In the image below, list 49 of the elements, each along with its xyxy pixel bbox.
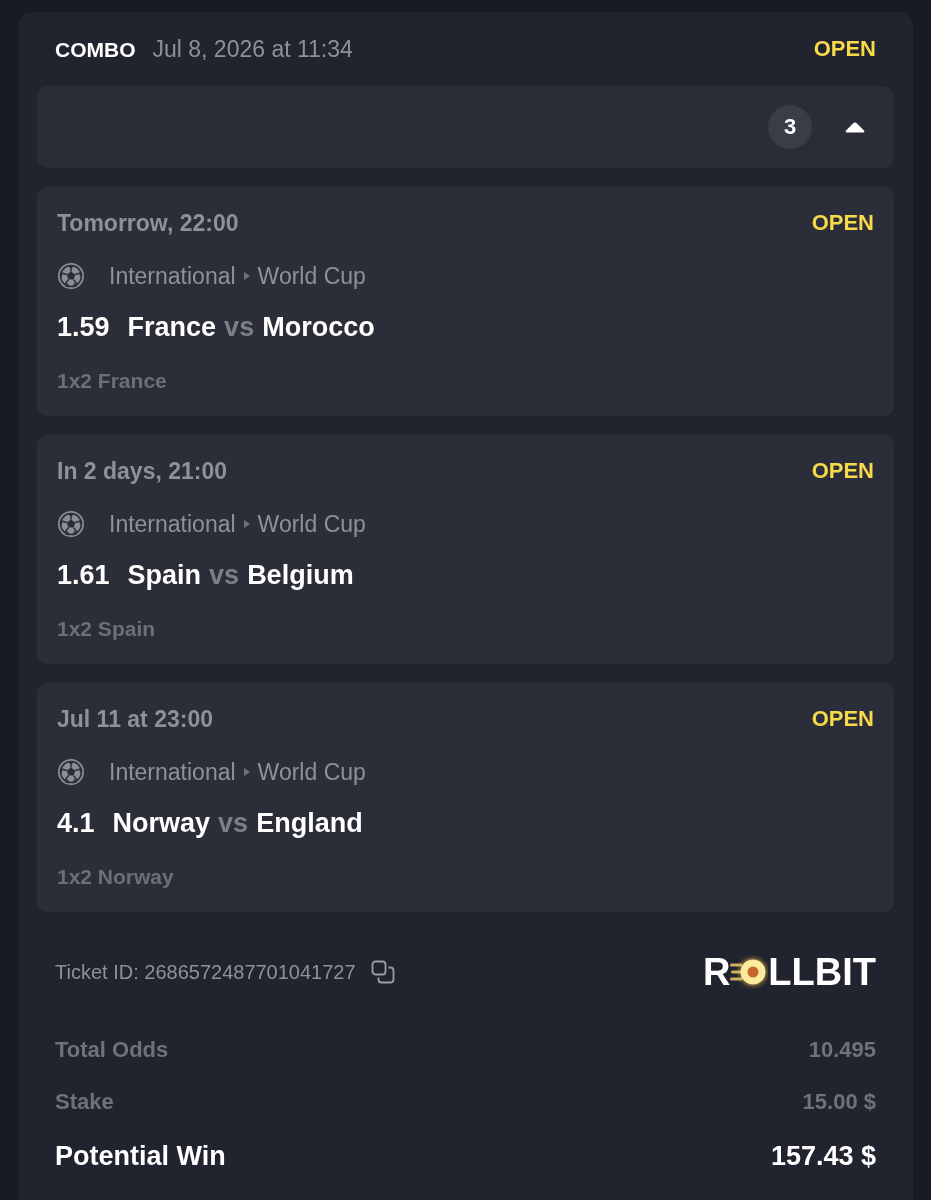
status-label: OPEN <box>811 460 874 482</box>
odds-value: 1.61 <box>57 561 110 589</box>
status-label: OPEN <box>811 708 874 730</box>
count-badge: 3 <box>768 105 812 149</box>
league-label: World Cup <box>257 264 366 288</box>
versus-label: vs <box>209 561 240 589</box>
caret-right-icon <box>243 520 250 528</box>
match-time: In 2 days, 21:00 <box>57 459 228 483</box>
odds-value: 4.1 <box>57 809 95 837</box>
versus-label: vs <box>218 809 249 837</box>
market-label: 1x2 Norway <box>57 865 174 887</box>
soccer-ball-icon <box>57 262 85 290</box>
match-time: Tomorrow, 22:00 <box>57 211 239 235</box>
bet-type-label: COMBO <box>55 38 136 60</box>
category-label: International <box>109 264 236 288</box>
team-name: England <box>256 809 363 837</box>
logo-text: LLBIT <box>768 953 876 991</box>
ticket-id: Ticket ID: 2686572487701041727 <box>55 962 356 982</box>
total-value: 15.00 $ <box>802 1091 876 1113</box>
copy-button[interactable] <box>369 959 396 985</box>
soccer-ball-icon <box>57 758 85 786</box>
legs-toggle-bar[interactable]: 3 <box>37 86 894 168</box>
market-label: 1x2 Spain <box>57 617 156 639</box>
total-label: Stake <box>55 1091 114 1113</box>
total-value: 157.43 $ <box>770 1142 876 1170</box>
status-label: OPEN <box>811 212 874 234</box>
total-label: Potential Win <box>55 1142 226 1170</box>
status-label: OPEN <box>813 38 876 60</box>
team-name: Morocco <box>262 313 375 341</box>
total-label: Total Odds <box>55 1039 169 1061</box>
team-name: France <box>127 313 217 341</box>
odds-value: 1.59 <box>57 313 110 341</box>
team-name: Norway <box>112 809 211 837</box>
team-name: Spain <box>127 561 202 589</box>
versus-label: vs <box>224 313 255 341</box>
copy-icon <box>370 960 395 984</box>
category-label: International <box>109 760 236 784</box>
market-label: 1x2 France <box>57 369 167 391</box>
match-time: Jul 11 at 23:00 <box>57 707 213 731</box>
league-label: World Cup <box>257 512 366 536</box>
logo-letter: R <box>702 953 731 991</box>
caret-right-icon <box>243 272 250 280</box>
caret-right-icon <box>243 768 250 776</box>
soccer-ball-icon <box>57 510 85 538</box>
league-label: World Cup <box>257 760 366 784</box>
placed-date: Jul 8, 2026 at 11:34 <box>152 37 353 61</box>
category-label: International <box>109 512 236 536</box>
team-name: Belgium <box>247 561 354 589</box>
total-value: 10.495 <box>808 1039 876 1061</box>
